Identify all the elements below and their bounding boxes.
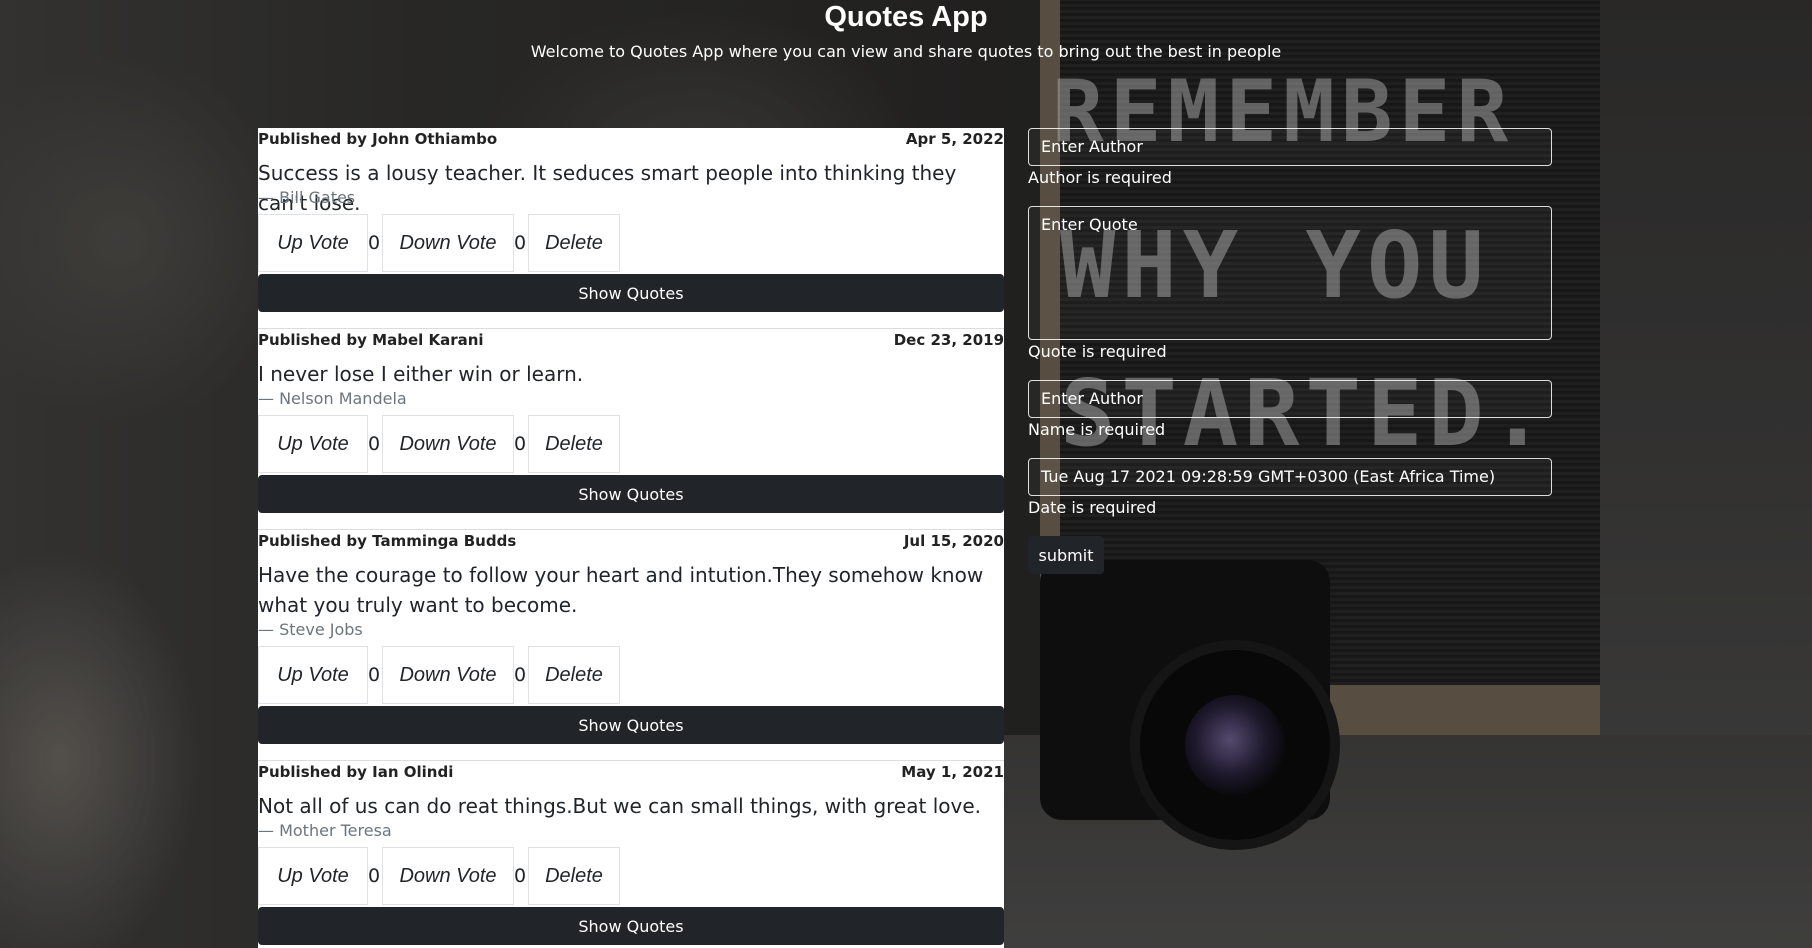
quote-meta: Published by Ian Olindi May 1, 2021 xyxy=(258,761,1004,783)
author-error: Author is required xyxy=(1028,168,1172,187)
quote-date: Apr 5, 2022 xyxy=(905,130,1004,148)
quote-author: — Bill Gates xyxy=(258,188,356,207)
upvote-count: 0 xyxy=(367,865,381,887)
delete-button[interactable]: Delete xyxy=(528,214,620,272)
date-error: Date is required xyxy=(1028,498,1157,517)
quote-date: Dec 23, 2019 xyxy=(893,331,1004,349)
publisher-label: Published by Ian Olindi xyxy=(258,763,454,781)
downvote-count: 0 xyxy=(513,232,527,254)
downvote-count: 0 xyxy=(513,865,527,887)
quote-card: Published by Mabel Karani Dec 23, 2019 I… xyxy=(258,329,1004,531)
name-error: Name is required xyxy=(1028,420,1166,439)
publisher-label: Published by Tamminga Budds xyxy=(258,532,517,550)
upvote-count: 0 xyxy=(367,433,381,455)
quote-text: Success is a lousy teacher. It seduces s… xyxy=(258,161,957,215)
show-quotes-button[interactable]: Show Quotes xyxy=(258,274,1004,312)
quote-date: May 1, 2021 xyxy=(901,763,1004,781)
upvote-button[interactable]: Up Vote xyxy=(258,214,368,272)
delete-button[interactable]: Delete xyxy=(528,415,620,473)
quote-meta: Published by Tamminga Budds Jul 15, 2020 xyxy=(258,530,1004,552)
delete-button[interactable]: Delete xyxy=(528,646,620,704)
page-title: Quotes App xyxy=(824,1,988,33)
downvote-count: 0 xyxy=(513,433,527,455)
quote-text: I never lose I either win or learn. xyxy=(258,362,584,386)
upvote-count: 0 xyxy=(367,664,381,686)
show-quotes-button[interactable]: Show Quotes xyxy=(258,907,1004,945)
quote-error: Quote is required xyxy=(1028,342,1167,361)
publisher-label: Published by Mabel Karani xyxy=(258,331,484,349)
show-quotes-button[interactable]: Show Quotes xyxy=(258,475,1004,513)
date-input[interactable]: Tue Aug 17 2021 09:28:59 GMT+0300 (East … xyxy=(1028,458,1552,496)
name-input[interactable]: Enter Author xyxy=(1028,380,1552,418)
show-quotes-button[interactable]: Show Quotes xyxy=(258,706,1004,744)
upvote-button[interactable]: Up Vote xyxy=(258,646,368,704)
submit-button[interactable]: submit xyxy=(1028,536,1104,574)
downvote-button[interactable]: Down Vote xyxy=(382,646,514,704)
quote-text: Not all of us can do reat things.But we … xyxy=(258,794,981,818)
quote-meta: Published by Mabel Karani Dec 23, 2019 xyxy=(258,329,1004,351)
upvote-button[interactable]: Up Vote xyxy=(258,847,368,905)
quote-author: — Mother Teresa xyxy=(258,821,392,840)
upvote-button[interactable]: Up Vote xyxy=(258,415,368,473)
downvote-button[interactable]: Down Vote xyxy=(382,415,514,473)
quote-author: — Nelson Mandela xyxy=(258,389,407,408)
quote-date: Jul 15, 2020 xyxy=(903,532,1004,550)
quote-card: Published by Ian Olindi May 1, 2021 Not … xyxy=(258,761,1004,948)
delete-button[interactable]: Delete xyxy=(528,847,620,905)
author-input[interactable]: Enter Author xyxy=(1028,128,1552,166)
quote-author: — Steve Jobs xyxy=(258,620,363,639)
quote-card: Published by Tamminga Budds Jul 15, 2020… xyxy=(258,530,1004,762)
downvote-count: 0 xyxy=(513,664,527,686)
quote-text: Have the courage to follow your heart an… xyxy=(258,563,984,617)
publisher-label: Published by John Othiambo xyxy=(258,130,498,148)
upvote-count: 0 xyxy=(367,232,381,254)
downvote-button[interactable]: Down Vote xyxy=(382,214,514,272)
downvote-button[interactable]: Down Vote xyxy=(382,847,514,905)
quote-meta: Published by John Othiambo Apr 5, 2022 xyxy=(258,128,1004,150)
quote-textarea[interactable]: Enter Quote xyxy=(1028,206,1552,340)
quote-card: Published by John Othiambo Apr 5, 2022 S… xyxy=(258,128,1004,330)
page-subtitle: Welcome to Quotes App where you can view… xyxy=(530,42,1282,61)
